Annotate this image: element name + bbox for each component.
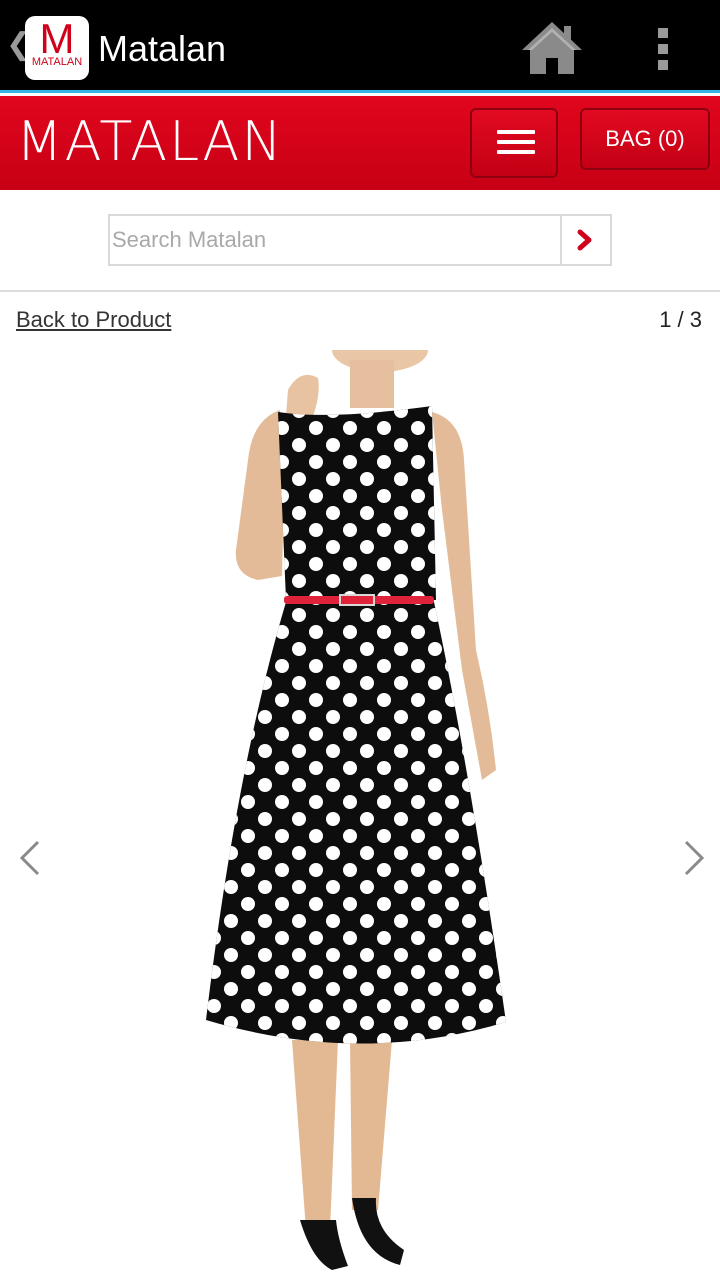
app-icon[interactable]: M MATALAN: [25, 16, 89, 80]
product-image[interactable]: [0, 350, 720, 1280]
divider: [0, 290, 720, 292]
chevron-left-icon[interactable]: [18, 838, 44, 878]
overflow-dot: [658, 28, 668, 38]
home-icon: [522, 22, 582, 74]
back-to-product-link[interactable]: Back to Product: [16, 306, 171, 334]
hamburger-line: [497, 140, 535, 144]
search-bar: [108, 214, 612, 266]
chevron-right-icon[interactable]: [680, 838, 706, 878]
actionbar-divider: [0, 90, 720, 93]
app-icon-letter: M: [39, 16, 75, 62]
overflow-dot: [658, 44, 668, 54]
overflow-menu-button[interactable]: [648, 24, 678, 74]
image-pager: 1 / 3: [659, 307, 702, 332]
app-title: Matalan: [98, 28, 227, 69]
app-icon-text: MATALAN: [31, 56, 83, 68]
search-input[interactable]: [112, 218, 558, 262]
search-submit-button[interactable]: [560, 216, 610, 264]
matalan-logo[interactable]: MATALAN: [16, 110, 284, 174]
chevron-right-icon: [577, 229, 592, 251]
bag-button[interactable]: BAG (0): [580, 108, 710, 170]
home-button[interactable]: [518, 18, 586, 78]
hamburger-line: [497, 130, 535, 134]
action-bar: ❮ M MATALAN Matalan: [0, 0, 720, 93]
menu-button[interactable]: [470, 108, 558, 178]
overflow-dot: [658, 60, 668, 70]
site-header: MATALAN BAG (0): [0, 96, 720, 190]
hamburger-line: [497, 150, 535, 154]
